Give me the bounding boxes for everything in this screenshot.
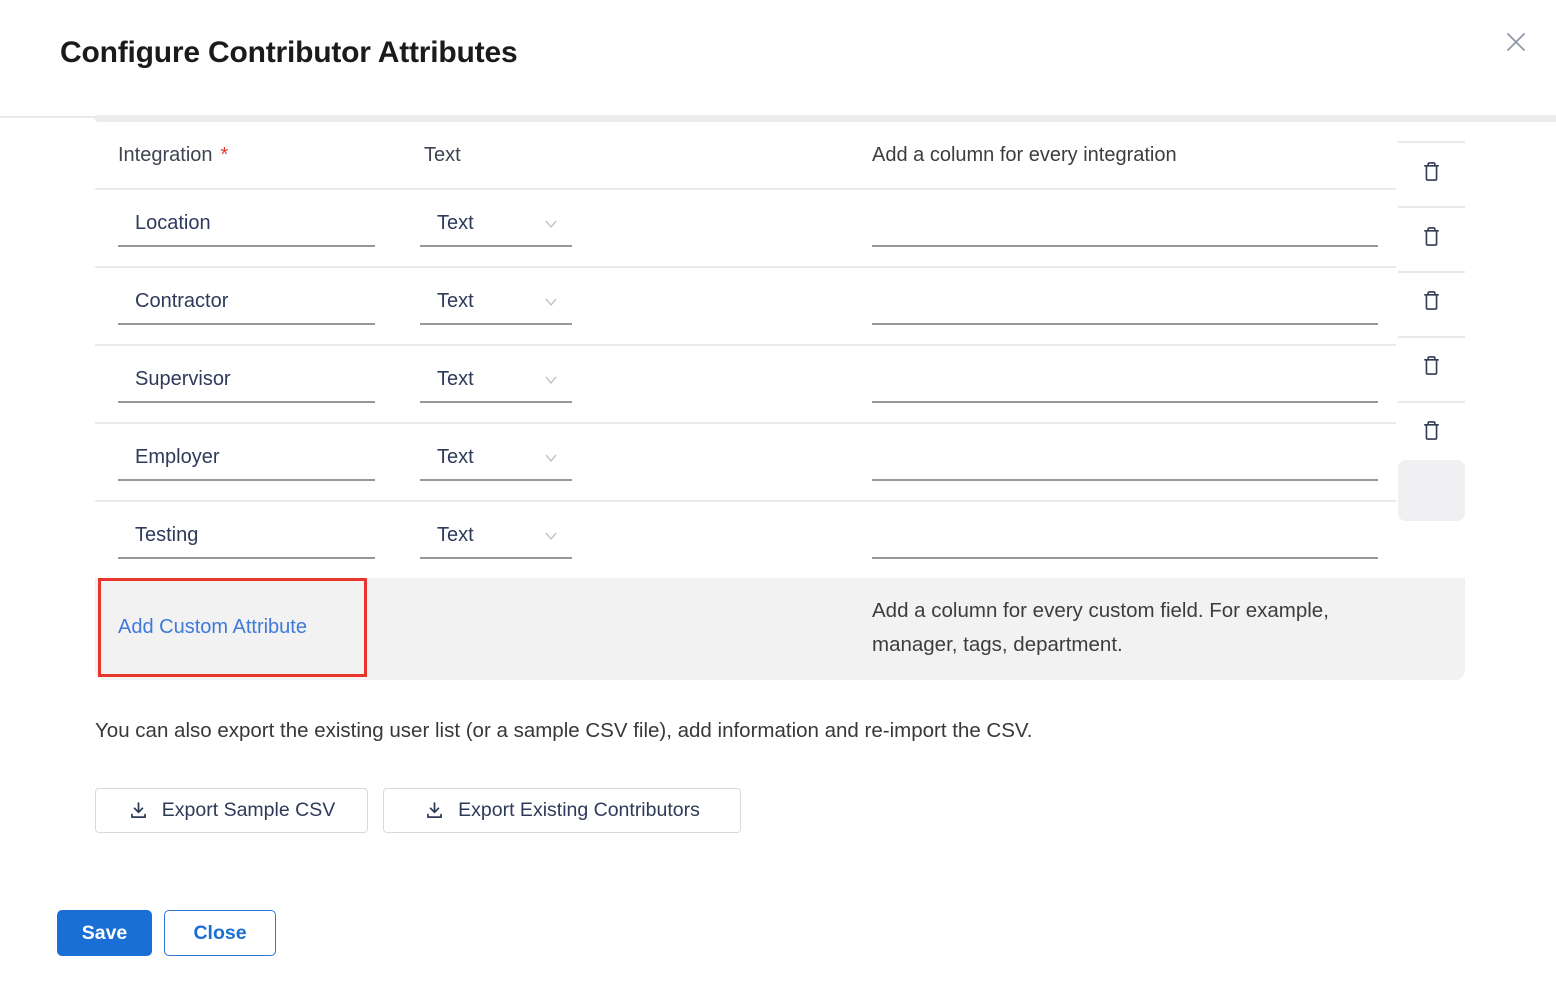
trash-icon [1421,419,1442,442]
attribute-type-select[interactable]: Text [420,357,572,403]
header-attribute-description: Add a column for every integration [872,122,1177,188]
export-hint-text: You can also export the existing user li… [95,719,1032,743]
configure-contributor-attributes-dialog: Configure Contributor Attributes Integra… [0,0,1556,996]
required-asterisk: * [221,144,229,167]
table-row-supervisor: Text [95,344,1396,422]
export-existing-contributors-button[interactable]: Export Existing Contributors [383,788,741,833]
download-icon [128,800,149,821]
attribute-type-value: Text [437,446,474,469]
dialog-close-button[interactable] [1498,24,1534,60]
table-row-location: Text [95,188,1396,266]
attribute-name-input[interactable] [118,201,375,247]
delete-cell-divider [1398,401,1465,403]
header-attribute-type: Text [424,122,461,188]
attribute-type-select[interactable]: Text [420,201,572,247]
delete-row-button[interactable] [1411,280,1451,320]
close-button[interactable]: Close [164,910,276,956]
chevron-down-icon [542,215,560,233]
header-name-label: Integration [118,144,213,167]
attribute-description-input[interactable] [872,435,1378,481]
attribute-type-select[interactable]: Text [420,435,572,481]
attribute-type-select[interactable]: Text [420,279,572,325]
chevron-down-icon [542,293,560,311]
trash-icon [1421,160,1442,183]
attribute-type-value: Text [437,524,474,547]
delete-row-button[interactable] [1411,345,1451,385]
header-attribute-name: Integration * [118,122,228,188]
export-sample-csv-button[interactable]: Export Sample CSV [95,788,368,833]
attribute-name-input[interactable] [118,513,375,559]
export-sample-csv-label: Export Sample CSV [162,799,335,822]
attribute-name-input[interactable] [118,435,375,481]
delete-cell-divider [1398,336,1465,338]
dialog-title: Configure Contributor Attributes [60,36,517,70]
table-row-contractor: Text [95,266,1396,344]
table-row-testing: Text [95,500,1396,578]
attribute-description-input[interactable] [872,279,1378,325]
chevron-down-icon [542,371,560,389]
attribute-type-value: Text [437,368,474,391]
delete-row-button[interactable] [1411,216,1451,256]
attribute-type-select[interactable]: Text [420,513,572,559]
attribute-name-input[interactable] [118,357,375,403]
x-icon [1501,27,1531,57]
trash-icon [1421,289,1442,312]
chevron-down-icon [542,527,560,545]
table-header-row: Integration * Text Add a column for ever… [95,122,1396,188]
attribute-description-input[interactable] [872,357,1378,403]
add-custom-attribute-row: Add Custom Attribute Add a column for ev… [95,578,1465,680]
table-row-employer: Text [95,422,1396,500]
add-custom-attribute-link[interactable]: Add Custom Attribute [118,578,307,677]
download-icon [424,800,445,821]
chevron-down-icon [542,449,560,467]
save-button[interactable]: Save [57,910,152,956]
attribute-description-input[interactable] [872,201,1378,247]
table-top-strip [95,115,1556,122]
attribute-type-value: Text [437,290,474,313]
delete-cell-empty [1398,460,1465,521]
trash-icon [1421,225,1442,248]
delete-row-button[interactable] [1411,410,1451,450]
attribute-type-value: Text [437,212,474,235]
delete-cell-divider [1398,141,1465,143]
delete-cell-divider [1398,271,1465,273]
trash-icon [1421,354,1442,377]
attribute-description-input[interactable] [872,513,1378,559]
export-existing-contributors-label: Export Existing Contributors [458,799,700,822]
attribute-name-input[interactable] [118,279,375,325]
custom-attribute-description: Add a column for every custom field. For… [872,594,1387,661]
delete-cell-divider [1398,206,1465,208]
delete-row-button[interactable] [1411,151,1451,191]
